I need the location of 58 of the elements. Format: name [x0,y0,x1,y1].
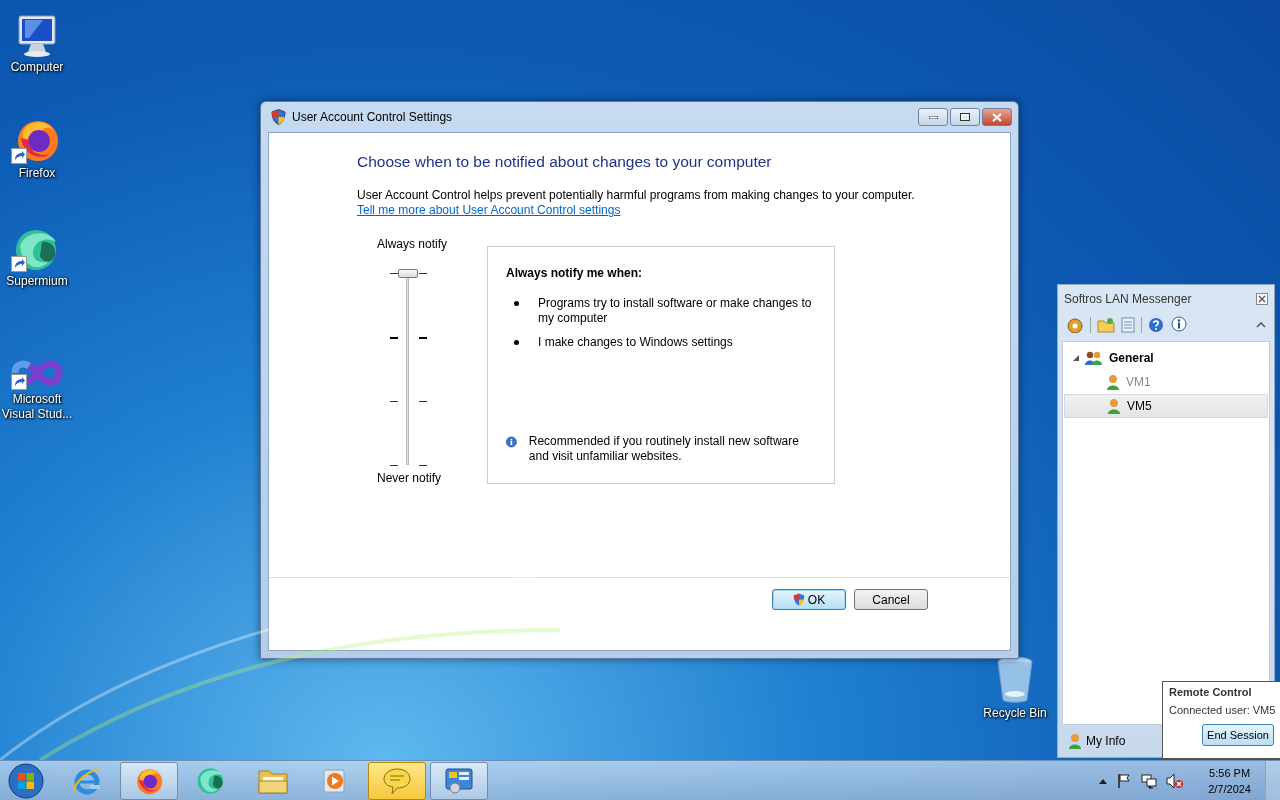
recommendation-text: Recommended if you routinely install new software and visit unfamiliar websites. [528,434,800,464]
person-icon [1107,398,1121,414]
icon-label[interactable]: Recycle Bin [983,706,1047,721]
slider-top-label: Always notify [377,237,448,251]
close-button[interactable] [982,108,1012,126]
chevron-up-icon[interactable] [1099,777,1108,784]
slider-thumb[interactable] [398,269,418,278]
expanded-triangle-icon[interactable] [1073,355,1079,361]
ok-button[interactable]: OK [772,589,846,610]
bullet-icon [514,301,519,306]
shield-icon [271,109,286,125]
icon-label[interactable]: Firefox [18,166,56,181]
bullet-text: I make changes to Windows settings [538,335,733,350]
info-icon[interactable] [1170,316,1188,334]
popup-heading: Remote Control [1169,686,1253,698]
speaker-muted-icon[interactable] [1166,772,1185,789]
bullet-icon [514,340,519,345]
my-info-button[interactable]: My Info [1068,733,1126,749]
cancel-button[interactable]: Cancel [854,589,928,610]
help-icon[interactable] [1148,317,1164,333]
popup-text: Connected user: VM5 [1169,704,1277,716]
collapse-caret-icon[interactable] [1256,322,1266,328]
end-session-button[interactable]: End Session [1202,724,1274,746]
maximize-button[interactable] [950,108,980,126]
trash-bin-icon [995,656,1035,704]
slider-bottom-label: Never notify [377,471,442,485]
dialog-heading: Choose when to be notified about changes to your computer [357,153,773,171]
info-icon [506,434,517,450]
maximize-icon [960,113,970,121]
panel-title: Softros LAN Messenger [1064,292,1192,306]
speech-bubble-icon [382,765,412,796]
help-link[interactable]: Tell me more about User Account Control settings [357,203,621,217]
taskbar-button[interactable] [120,761,178,800]
close-button[interactable] [1256,293,1268,305]
icon-label[interactable]: Computer [10,60,64,75]
people-icon [1085,351,1103,365]
shield-icon [792,593,805,606]
icon-label[interactable]: Supermium [6,274,68,289]
taskbar-button[interactable] [430,761,488,800]
gear-icon[interactable] [1066,317,1084,333]
window-title: User Account Control Settings [292,110,454,124]
close-icon [1258,295,1266,303]
icon-label[interactable]: Microsoft Visual Stud... [0,392,74,422]
control-panel-icon [444,766,474,795]
description-text: User Account Control helps prevent potentially harmful programs from making changes to your computer. [357,188,916,203]
group-row[interactable]: General [1063,346,1269,370]
flag-icon[interactable] [1116,772,1133,789]
network-icon[interactable] [1141,772,1158,789]
person-icon [1106,374,1120,390]
info-heading: Always notify me when: [506,266,644,280]
minimize-icon [928,115,938,119]
bullet-text: Programs try to install software or make changes to my computer [538,296,813,326]
close-icon [992,112,1002,122]
start-button[interactable] [8,762,44,799]
contact-item[interactable]: VM5 [1064,394,1268,418]
taskbar-button[interactable] [368,761,426,800]
clock[interactable]: 5:56 PM 2/7/2024 [1208,764,1251,797]
person-icon [1068,733,1082,749]
